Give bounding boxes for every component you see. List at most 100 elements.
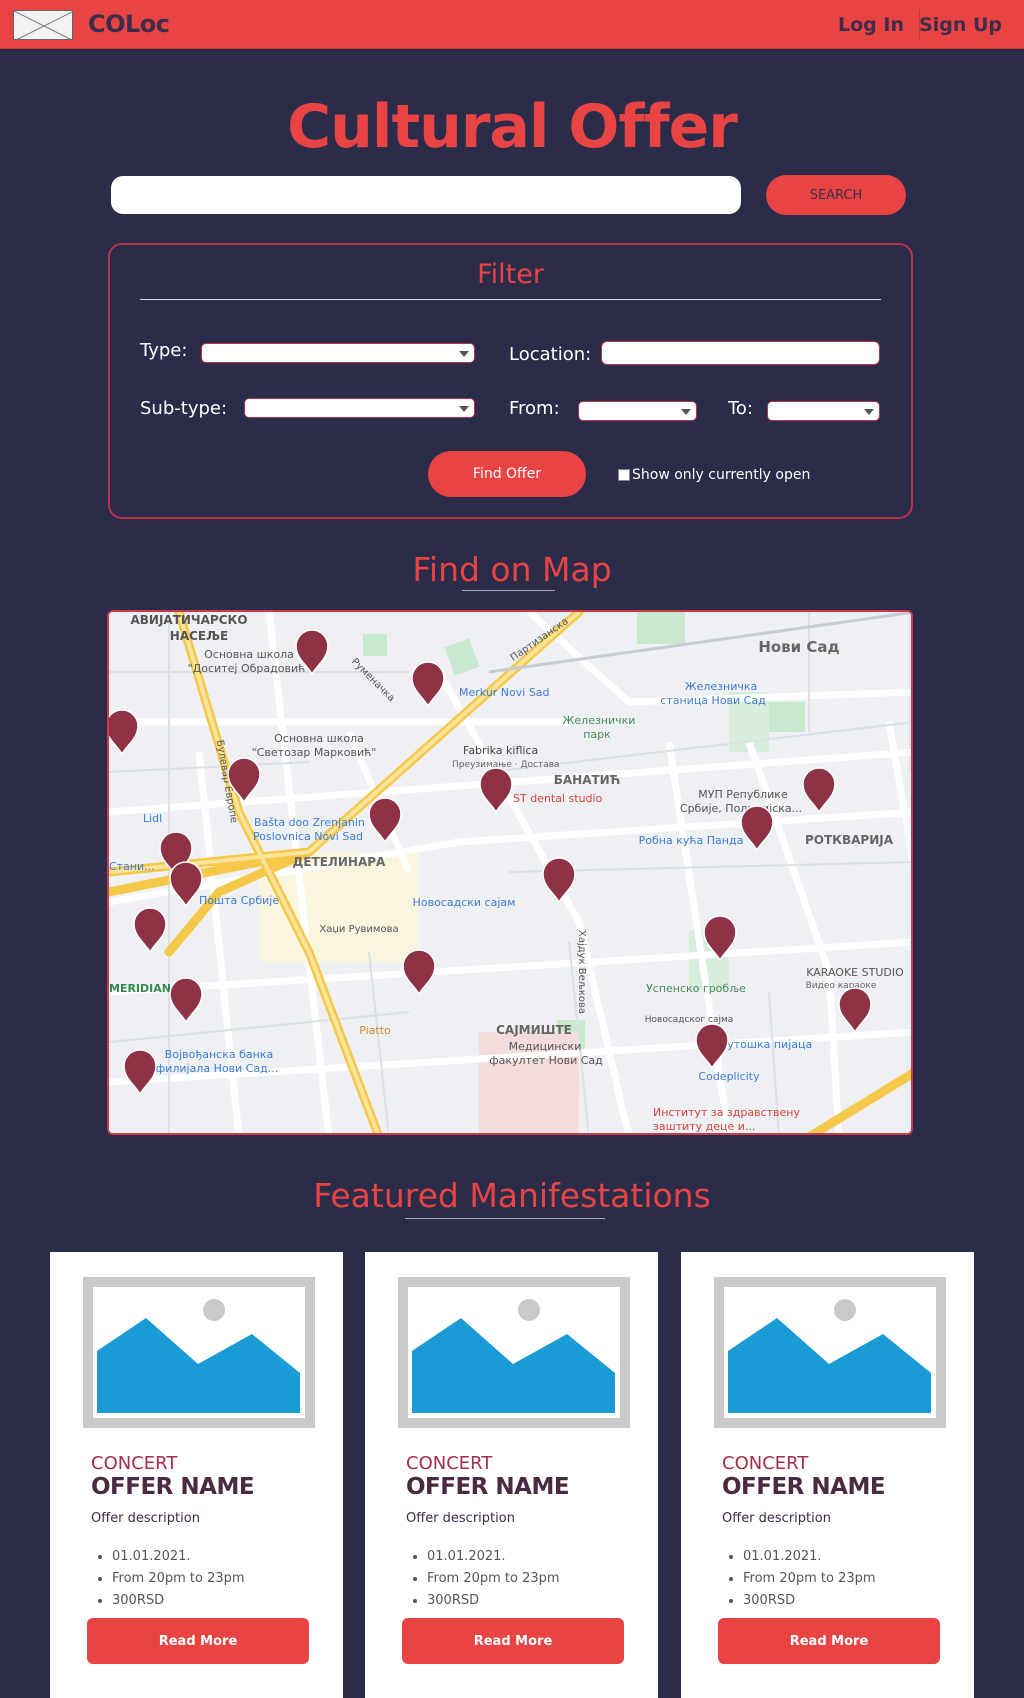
map-label: ST dental studio [513, 792, 603, 805]
search-button[interactable]: SEARCH [766, 175, 906, 215]
offer-description: Offer description [406, 1511, 515, 1526]
image-placeholder-icon [714, 1277, 946, 1428]
logo-placeholder-icon[interactable] [13, 10, 73, 40]
offer-price: 300RSD [427, 1590, 560, 1612]
login-link[interactable]: Log In [838, 14, 904, 36]
map-label: Железнички [563, 714, 636, 727]
offer-price: 300RSD [743, 1590, 876, 1612]
map-label: Железничка [685, 680, 758, 693]
location-input[interactable] [601, 341, 880, 365]
map-label: Успенско гробље [646, 982, 746, 995]
offer-price: 300RSD [112, 1590, 245, 1612]
offer-type: CONCERT [406, 1453, 493, 1474]
top-navbar: COLoc Log In Sign Up [0, 0, 1024, 49]
offer-time: From 20pm to 23pm [427, 1568, 560, 1590]
offer-card: CONCERT OFFER NAME Offer description 01.… [681, 1252, 974, 1698]
featured-title-underline [405, 1218, 605, 1219]
map-label: НАСЕЉЕ [170, 629, 228, 643]
to-select[interactable] [767, 401, 880, 421]
read-more-button[interactable]: Read More [87, 1618, 309, 1664]
read-more-button[interactable]: Read More [718, 1618, 940, 1664]
offer-date: 01.01.2021. [427, 1546, 560, 1568]
offer-time: From 20pm to 23pm [112, 1568, 245, 1590]
map-label: Основна школа [274, 732, 364, 745]
map-label: АВИЈАТИЧАРСКО [130, 613, 247, 627]
subtype-label: Sub-type: [140, 398, 228, 419]
read-more-button[interactable]: Read More [402, 1618, 624, 1664]
map-label: Преузимање · Достава [452, 760, 560, 770]
map-label: парк [583, 728, 611, 741]
chevron-down-icon [864, 409, 874, 415]
map-label: Стани... [109, 860, 155, 873]
map-label: Медицински [509, 1040, 582, 1053]
type-select[interactable] [201, 343, 475, 363]
map-label: Институт за здравствену [653, 1106, 800, 1119]
from-label: From: [509, 398, 560, 419]
map-label: Видео караоке [806, 981, 877, 991]
offer-details-list: 01.01.2021. From 20pm to 23pm 300RSD [427, 1546, 560, 1612]
map-label: Србије, Полицијска... [680, 802, 802, 815]
chevron-down-icon [681, 409, 691, 415]
offer-card: CONCERT OFFER NAME Offer description 01.… [365, 1252, 658, 1698]
map-label: Хаџи Рувимова [319, 924, 398, 935]
search-input[interactable] [111, 176, 741, 214]
offer-name: OFFER NAME [406, 1474, 570, 1500]
offer-date: 01.01.2021. [112, 1546, 245, 1568]
brand-name[interactable]: COLoc [88, 10, 170, 38]
offer-time: From 20pm to 23pm [743, 1568, 876, 1590]
open-only-checkbox-row[interactable]: Show only currently open [618, 467, 810, 483]
find-offer-button[interactable]: Find Offer [428, 451, 586, 497]
offer-card: CONCERT OFFER NAME Offer description 01.… [50, 1252, 343, 1698]
map-label: Основна школа [204, 648, 294, 661]
from-select[interactable] [578, 401, 697, 421]
map-label: Merkur Novi Sad [459, 686, 550, 699]
page-title: Cultural Offer [287, 92, 738, 162]
filter-divider [140, 299, 881, 300]
map-label: Fabrika kiflica [463, 744, 538, 757]
map-label: Poslovnica Novi Sad [253, 830, 363, 843]
map-label: Piatto [359, 1024, 391, 1037]
map-canvas[interactable]: АВИЈАТИЧАРСКОНАСЕЉЕОсновна школа"Доситеј… [109, 612, 913, 1135]
subtype-select[interactable] [244, 398, 475, 418]
map-label: Нови Сад [758, 638, 839, 656]
to-label: To: [728, 398, 754, 419]
offer-name: OFFER NAME [722, 1474, 886, 1500]
signup-link[interactable]: Sign Up [919, 14, 1002, 36]
offer-details-list: 01.01.2021. From 20pm to 23pm 300RSD [112, 1546, 245, 1612]
map-label: станица Нови Сад [660, 694, 766, 707]
map-label: Војвођанска банка [165, 1048, 273, 1061]
filter-title: Filter [477, 259, 544, 290]
map-label: "Доситеј Обрадовић" [188, 662, 311, 675]
map-label: Новосадског сајма [645, 1015, 734, 1025]
map-title-underline [462, 590, 555, 591]
map-label: факултет Нови Сад [489, 1054, 603, 1067]
map-label: Робна кућа Панда [639, 834, 744, 847]
offer-details-list: 01.01.2021. From 20pm to 23pm 300RSD [743, 1546, 876, 1612]
map-label: Хајдук Вељкова [576, 930, 588, 1014]
map-label: САЈМИШТЕ [496, 1023, 572, 1037]
offer-description: Offer description [722, 1511, 831, 1526]
map-label: Bašta doo Zrenjanin [254, 816, 365, 829]
map-label: ДЕТЕЛИНАРА [293, 855, 386, 869]
map-label: Codeplicity [698, 1070, 760, 1083]
map-section-title: Find on Map [412, 550, 612, 589]
offer-description: Offer description [91, 1511, 200, 1526]
offer-date: 01.01.2021. [743, 1546, 876, 1568]
featured-section-title: Featured Manifestations [313, 1176, 711, 1215]
offer-name: OFFER NAME [91, 1474, 255, 1500]
map-label: "Светозар Марковић" [252, 746, 377, 759]
chevron-down-icon [459, 406, 469, 412]
map-label: Новосадски сајам [413, 896, 516, 909]
map-view[interactable]: АВИЈАТИЧАРСКО НАСЕЉЕ Основна школа "Доситеј… [107, 610, 913, 1135]
open-only-label: Show only currently open [632, 467, 811, 483]
offer-type: CONCERT [91, 1453, 178, 1474]
open-only-checkbox[interactable] [618, 469, 630, 481]
filter-panel: Filter Type: Location: Sub-type: From: T… [108, 243, 913, 519]
map-label: БАНАТИЋ [554, 773, 621, 787]
map-label: заштиту деце и... [653, 1120, 755, 1133]
map-label: KARAOKE STUDIO [806, 966, 904, 979]
offer-type: CONCERT [722, 1453, 809, 1474]
map-label: филијала Нови Сад... [156, 1062, 278, 1075]
location-label: Location: [509, 344, 592, 365]
map-label: РОТКВАРИЈА [805, 833, 894, 847]
